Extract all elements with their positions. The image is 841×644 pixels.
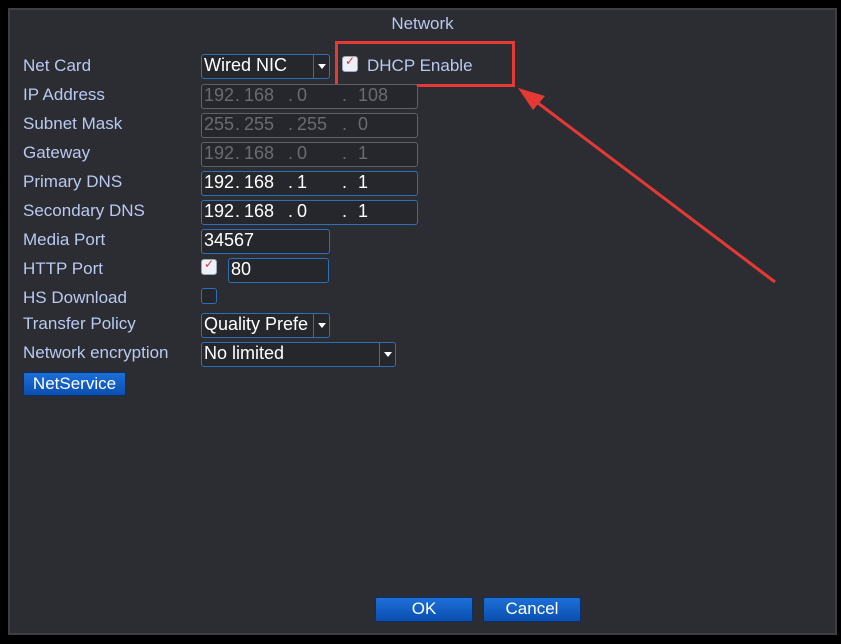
http-port-input[interactable]: 80 [228,258,329,283]
transfer-policy-select[interactable]: Quality Prefe [201,313,330,338]
dot-separator: . [342,172,348,192]
dot-separator: . [235,172,241,192]
dot-separator: . [288,114,294,134]
annotation-arrow [518,88,776,284]
octet: 255 [297,114,328,134]
ok-button[interactable]: OK [375,597,473,622]
dot-separator: . [288,143,294,163]
secondary-dns-input[interactable]: 192 168 0 1... [201,200,418,225]
octet: 0 [297,201,308,221]
octet: 168 [244,201,275,221]
octet: 255 [244,114,275,134]
octet: 0 [358,114,369,134]
octet: 108 [358,85,389,105]
octet: 255 [204,114,235,134]
hs-download-checkbox[interactable] [201,288,217,304]
octet: 192 [204,85,235,105]
chevron-down-icon [313,314,329,337]
dot-separator: . [235,114,241,134]
octet: 0 [297,143,308,163]
dot-separator: . [235,201,241,221]
netservice-button[interactable]: NetService [23,372,126,396]
transfer-policy-value: Quality Prefe [204,314,309,334]
octet: 1 [297,172,308,192]
media-port-input[interactable]: 34567 [201,229,330,254]
dot-separator: . [342,143,348,163]
http-port-checkbox[interactable] [201,257,217,275]
octet: 168 [244,85,275,105]
network-encryption-value: No limited [204,343,285,363]
octet: 168 [244,172,275,192]
dot-separator: . [288,85,294,105]
octet: 1 [358,201,369,221]
chevron-down-icon [379,343,395,366]
dot-separator: . [342,201,348,221]
dot-separator: . [235,143,241,163]
dot-separator: . [235,85,241,105]
octet: 0 [297,85,308,105]
octet: 1 [358,172,369,192]
subnet-mask-input: 255 255 255 0... [201,113,418,138]
primary-dns-input[interactable]: 192 168 1 1... [201,171,418,196]
octet: 1 [358,143,369,163]
ip-address-input: 192 168 0 108... [201,84,418,109]
octet: 168 [244,143,275,163]
dot-separator: . [342,85,348,105]
octet: 192 [204,172,235,192]
network-encryption-select[interactable]: No limited [201,342,396,367]
dot-separator: . [288,172,294,192]
octet: 192 [204,201,235,221]
dot-separator: . [342,114,348,134]
gateway-input: 192 168 0 1... [201,142,418,167]
cancel-button[interactable]: Cancel [483,597,581,622]
dot-separator: . [288,201,294,221]
octet: 192 [204,143,235,163]
